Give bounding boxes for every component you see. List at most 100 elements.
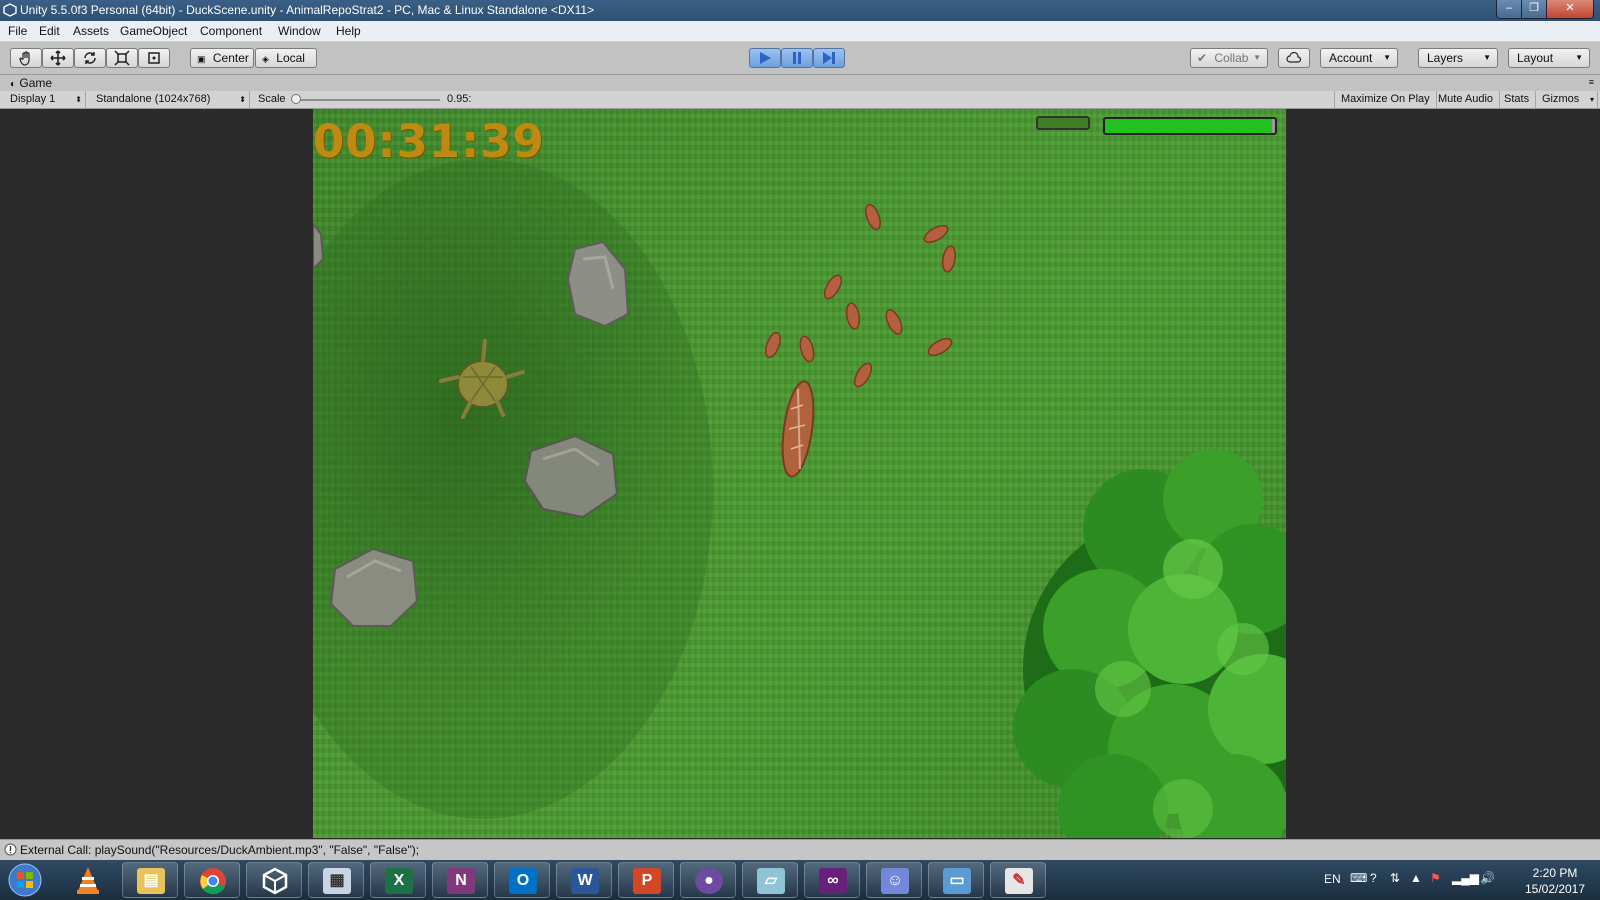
rotate-tool-button[interactable] xyxy=(74,48,106,68)
status-message: External Call: playSound("Resources/Duck… xyxy=(20,843,420,857)
menu-help[interactable]: Help xyxy=(336,24,361,38)
cloud-button[interactable] xyxy=(1278,48,1310,68)
resolution-select[interactable]: Standalone (1024x768) ⬍ xyxy=(90,91,250,108)
layout-label: Layout xyxy=(1517,51,1554,65)
taskbar-calculator[interactable]: ▦ xyxy=(308,862,364,898)
scale-slider-track[interactable] xyxy=(296,99,440,101)
duckling xyxy=(823,274,843,300)
word-icon: W xyxy=(571,868,599,894)
move-tool-button[interactable] xyxy=(42,48,74,68)
taskbar-onenote[interactable]: N xyxy=(432,862,488,898)
collab-dropdown[interactable]: ✔ Collab ▼ xyxy=(1190,48,1268,68)
scale-label: Scale xyxy=(258,93,286,105)
step-button[interactable] xyxy=(813,48,845,68)
console-status-bar[interactable]: External Call: playSound("Resources/Duck… xyxy=(0,839,1600,860)
mother-duck xyxy=(781,380,815,478)
windows-start-icon xyxy=(8,863,42,897)
taskbar-vlc[interactable] xyxy=(60,862,116,898)
gizmos-label: Gizmos xyxy=(1542,93,1580,105)
signal-icon[interactable]: ▂▄▆ xyxy=(1452,871,1479,885)
play-button[interactable] xyxy=(749,48,781,68)
chrome-icon xyxy=(200,868,226,895)
account-dropdown[interactable]: Account ▼ xyxy=(1320,48,1398,68)
layout-dropdown[interactable]: Layout ▼ xyxy=(1508,48,1590,68)
mute-audio-toggle[interactable]: Mute Audio xyxy=(1432,91,1501,108)
game-controller-icon: ◐ xyxy=(10,79,17,90)
taskbar-visual-studio[interactable]: ∞ xyxy=(804,862,860,898)
maximize-on-play-toggle[interactable]: Maximize On Play xyxy=(1334,91,1437,108)
taskbar-photos[interactable]: ▭ xyxy=(928,862,984,898)
chevron-down-icon: ▼ xyxy=(1383,53,1391,62)
taskbar-unity[interactable] xyxy=(246,862,302,898)
action-center-icon[interactable]: ⚑ xyxy=(1430,871,1441,885)
chevron-down-icon: ▾ xyxy=(1589,95,1594,104)
pivot-local-button[interactable]: ◈ Local xyxy=(255,48,317,68)
chevron-down-icon: ▼ xyxy=(1575,53,1583,62)
duckling xyxy=(941,245,957,273)
health-bar xyxy=(1103,117,1277,135)
game-viewport[interactable]: 00:31:39 xyxy=(313,109,1286,838)
taskbar-outlook[interactable]: O xyxy=(494,862,550,898)
pause-button[interactable] xyxy=(781,48,813,68)
taskbar-paint[interactable]: ✎ xyxy=(990,862,1046,898)
taskbar-chrome[interactable] xyxy=(184,862,240,898)
rotate-icon xyxy=(84,52,96,64)
scale-tool-button[interactable] xyxy=(106,48,138,68)
local-icon: ◈ xyxy=(262,54,269,64)
tab-menu-icon[interactable]: ≡ xyxy=(1589,77,1594,87)
layers-label: Layers xyxy=(1427,51,1464,65)
windows-taskbar: ▤ ▦ X N O W P ● ▱ ∞ ☺ ▭ ✎ EN ⌨ ? ⇅ ▲ ⚑ ▂… xyxy=(0,860,1600,900)
taskbar-discord[interactable]: ☺ xyxy=(866,862,922,898)
menu-assets[interactable]: Assets xyxy=(73,24,109,38)
stats-toggle[interactable]: Stats xyxy=(1498,91,1537,108)
volume-icon[interactable]: 🔊 xyxy=(1480,871,1495,885)
unity-logo-icon xyxy=(3,3,17,17)
taskbar-powerpoint[interactable]: P xyxy=(618,862,674,898)
pivot-center-button[interactable]: ▣ Center xyxy=(190,48,254,68)
show-hidden-icons[interactable]: ▲ xyxy=(1410,871,1422,885)
taskbar-excel[interactable]: X xyxy=(370,862,426,898)
language-indicator[interactable]: EN xyxy=(1324,872,1341,886)
keyboard-icon[interactable]: ⌨ xyxy=(1350,871,1367,885)
photos-icon: ▭ xyxy=(943,868,971,894)
menu-window[interactable]: Window xyxy=(278,24,321,38)
hand-tool-button[interactable] xyxy=(10,48,42,68)
scale-icon xyxy=(114,50,130,66)
minimize-button[interactable]: – xyxy=(1496,0,1522,19)
onenote-icon: N xyxy=(447,868,475,894)
menu-gameobject[interactable]: GameObject xyxy=(120,24,187,38)
start-button[interactable] xyxy=(0,862,50,898)
help-icon[interactable]: ? xyxy=(1370,871,1377,885)
tab-game[interactable]: ◐ Game xyxy=(6,76,60,91)
taskbar-explorer[interactable]: ▤ xyxy=(122,862,178,898)
rect-tool-button[interactable] xyxy=(138,48,170,68)
center-icon: ▣ xyxy=(197,54,206,64)
duckling xyxy=(765,331,781,359)
check-icon: ✔ xyxy=(1197,51,1208,65)
duckling xyxy=(845,302,861,330)
menu-file[interactable]: File xyxy=(8,24,27,38)
menu-component[interactable]: Component xyxy=(200,24,262,38)
display-select[interactable]: Display 1 ⬍ xyxy=(4,91,86,108)
clock-date[interactable]: 15/02/2017 xyxy=(1512,882,1598,896)
menu-edit[interactable]: Edit xyxy=(39,24,60,38)
resolution-label: Standalone (1024x768) xyxy=(96,93,211,105)
taskbar-notepad[interactable]: ▱ xyxy=(742,862,798,898)
hand-icon xyxy=(19,51,30,66)
maximize-button[interactable]: ❐ xyxy=(1521,0,1547,19)
step-icon xyxy=(823,52,835,64)
layers-dropdown[interactable]: Layers ▼ xyxy=(1418,48,1498,68)
clock-time[interactable]: 2:20 PM xyxy=(1520,866,1590,880)
scale-slider-handle[interactable] xyxy=(291,94,301,104)
unity-icon xyxy=(262,867,288,895)
powerpoint-icon: P xyxy=(633,868,661,894)
taskbar-github[interactable]: ● xyxy=(680,862,736,898)
taskbar-word[interactable]: W xyxy=(556,862,612,898)
network-share-icon[interactable]: ⇅ xyxy=(1390,871,1400,885)
rect-icon xyxy=(148,52,160,64)
outlook-icon: O xyxy=(509,868,537,894)
close-button[interactable]: ✕ xyxy=(1546,0,1594,19)
title-bar: Unity 5.5.0f3 Personal (64bit) - DuckSce… xyxy=(0,0,1600,21)
main-toolbar: ▣ Center ◈ Local ✔ Collab ▼ Account ▼ La… xyxy=(0,42,1600,75)
gizmos-dropdown[interactable]: Gizmos ▾ xyxy=(1536,91,1598,108)
